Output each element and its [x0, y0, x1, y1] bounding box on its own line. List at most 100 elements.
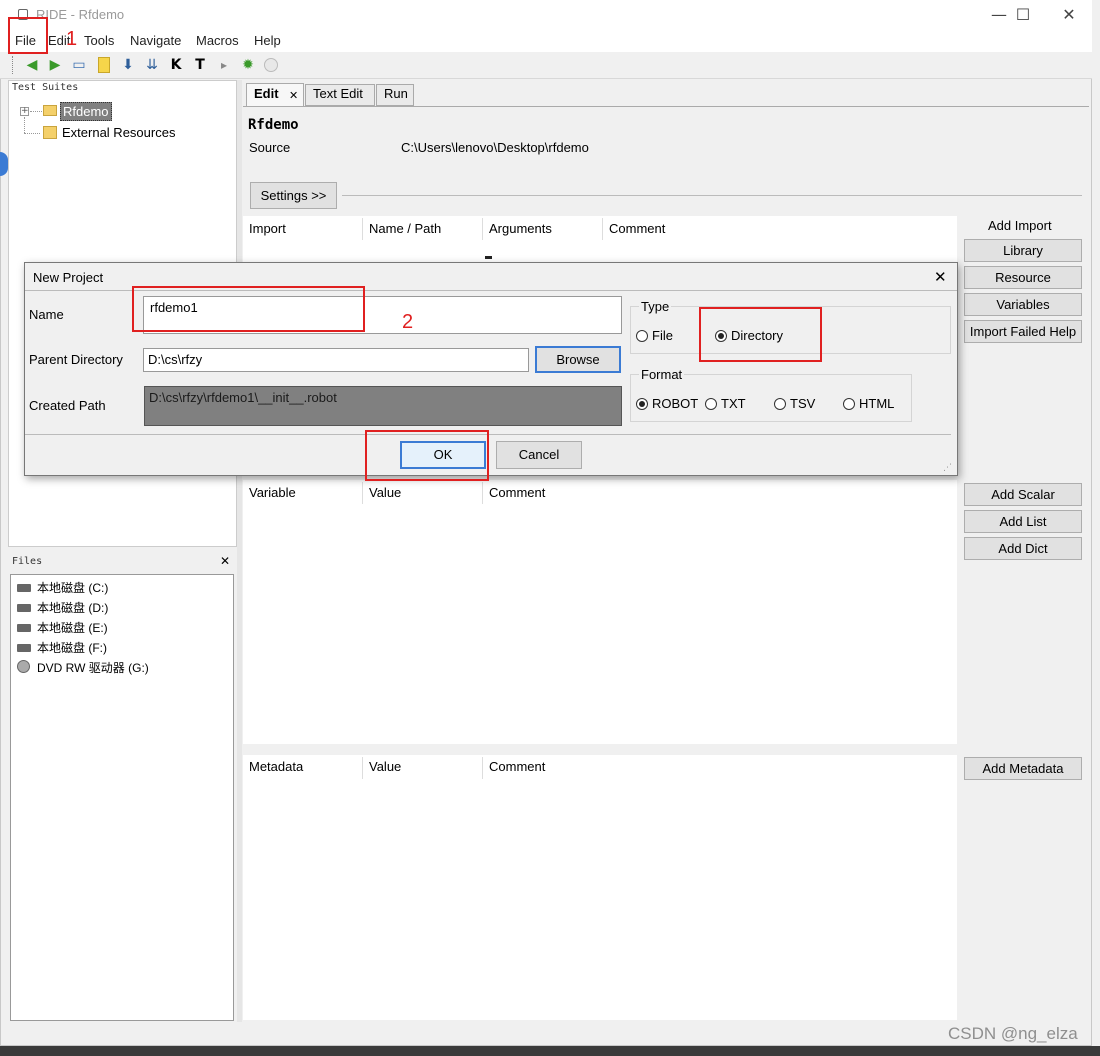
arguments-col-header: Arguments	[489, 221, 552, 236]
annotation-box-directory	[699, 307, 822, 362]
tab-divider	[243, 106, 1089, 107]
tree-item-rfdemo[interactable]: Rfdemo	[60, 102, 112, 121]
variable-grid[interactable]	[243, 480, 957, 744]
forward-icon[interactable]: ▶	[45, 55, 65, 75]
watermark: CSDN @ng_elza	[948, 1024, 1078, 1043]
comment-col-header: Comment	[489, 485, 546, 500]
menu-macros[interactable]: Macros	[196, 33, 239, 48]
metadata-grid[interactable]	[243, 755, 957, 1020]
tree-line	[30, 111, 42, 112]
files-header: Files	[12, 556, 43, 567]
drive-icon	[17, 624, 31, 632]
window-title: RIDE - Rfdemo	[36, 7, 125, 22]
created-path-label: Created Path	[29, 398, 106, 413]
menu-help[interactable]: Help	[254, 33, 281, 48]
add-list-button[interactable]: Add List	[964, 510, 1082, 533]
format-txt-radio[interactable]	[705, 398, 717, 410]
format-tsv-radio[interactable]	[774, 398, 786, 410]
back-icon[interactable]: ◀	[22, 55, 42, 75]
menu-tools[interactable]: Tools	[84, 33, 114, 48]
add-dict-button[interactable]: Add Dict	[964, 537, 1082, 560]
browse-button[interactable]: Browse	[535, 346, 621, 373]
drive-icon	[17, 644, 31, 652]
resource-folder-icon	[43, 126, 57, 139]
format-robot-label[interactable]: ROBOT	[652, 396, 698, 411]
resize-grip-icon[interactable]: ⋰	[943, 463, 952, 473]
debug-icon[interactable]: ✹	[238, 55, 258, 75]
settings-separator	[342, 195, 1082, 196]
source-label: Source	[249, 140, 291, 155]
import-failed-help-button[interactable]: Import Failed Help	[964, 320, 1082, 343]
type-file-label[interactable]: File	[652, 328, 673, 343]
add-variables-button[interactable]: Variables	[964, 293, 1082, 316]
parent-directory-label: Parent Directory	[29, 352, 123, 367]
add-scalar-button[interactable]: Add Scalar	[964, 483, 1082, 506]
file-item-d[interactable]: 本地磁盘 (D:)	[37, 599, 108, 616]
col-divider	[482, 482, 483, 504]
new-file-icon[interactable]	[98, 57, 110, 73]
type-file-radio[interactable]	[636, 330, 648, 342]
tab-run-label: Run	[384, 86, 408, 101]
add-metadata-button[interactable]: Add Metadata	[964, 757, 1082, 780]
tab-text-edit-label: Text Edit	[313, 86, 363, 101]
menu-navigate[interactable]: Navigate	[130, 33, 181, 48]
value-col-header: Value	[369, 485, 402, 500]
suite-name: Rfdemo	[248, 117, 299, 133]
file-item-g[interactable]: DVD RW 驱动器 (G:)	[37, 659, 149, 676]
save-icon[interactable]: ⬇	[118, 55, 138, 75]
format-html-radio[interactable]	[843, 398, 855, 410]
file-item-f[interactable]: 本地磁盘 (F:)	[37, 639, 107, 656]
dialog-close-button[interactable]: ✕	[934, 268, 947, 286]
annotation-box-name	[132, 286, 365, 332]
add-resource-button[interactable]: Resource	[964, 266, 1082, 289]
comment-col-header: Comment	[489, 759, 546, 774]
tab-close-icon[interactable]: ✕	[289, 89, 298, 102]
col-divider	[362, 218, 363, 240]
annotation-box-ok	[365, 430, 489, 481]
annotation-step-2: 2	[402, 311, 414, 333]
run-icon[interactable]: ▸	[214, 55, 234, 75]
tree-line-vertical	[24, 117, 25, 133]
tree-item-external-resources[interactable]: External Resources	[62, 125, 175, 140]
search-tests-icon[interactable]: T	[190, 55, 210, 75]
col-divider	[362, 757, 363, 779]
panel-splitter[interactable]	[237, 80, 242, 1022]
format-label: Format	[639, 367, 685, 382]
settings-toggle-button[interactable]: Settings >>	[250, 182, 337, 209]
import-col-header: Import	[249, 221, 286, 236]
tree-line	[24, 133, 40, 134]
variable-col-header: Variable	[249, 485, 296, 500]
import-grid[interactable]	[243, 216, 957, 266]
search-keywords-icon[interactable]: K	[166, 55, 186, 75]
name-path-col-header: Name / Path	[369, 221, 442, 236]
format-html-label[interactable]: HTML	[859, 396, 894, 411]
maximize-button[interactable]: ☐	[1000, 0, 1046, 30]
title-bar	[0, 0, 1092, 30]
col-divider	[602, 218, 603, 240]
toolbar	[0, 52, 1092, 79]
folder-icon	[43, 105, 57, 116]
file-item-e[interactable]: 本地磁盘 (E:)	[37, 619, 108, 636]
parent-directory-value: D:\cs\rfzy	[148, 352, 203, 367]
add-library-button[interactable]: Library	[964, 239, 1082, 262]
open-directory-icon[interactable]: ▭	[69, 55, 89, 75]
name-label: Name	[29, 307, 64, 322]
file-item-c[interactable]: 本地磁盘 (C:)	[37, 579, 108, 596]
drive-icon	[17, 604, 31, 612]
toolbar-grip	[12, 56, 15, 74]
col-divider	[362, 482, 363, 504]
close-window-button[interactable]: ✕	[1046, 0, 1092, 30]
dialog-title: New Project	[33, 270, 104, 285]
save-all-icon[interactable]: ⇊	[142, 55, 162, 75]
format-tsv-label[interactable]: TSV	[790, 396, 815, 411]
value-col-header: Value	[369, 759, 402, 774]
files-close-icon[interactable]: ✕	[220, 554, 230, 568]
metadata-col-header: Metadata	[249, 759, 304, 774]
format-txt-label[interactable]: TXT	[721, 396, 746, 411]
cancel-button[interactable]: Cancel	[496, 441, 582, 469]
dvd-icon	[17, 660, 30, 673]
stop-icon[interactable]	[264, 58, 278, 72]
test-suites-header: Test Suites	[12, 82, 79, 93]
format-robot-radio[interactable]	[636, 398, 648, 410]
expand-toggle[interactable]: +	[20, 107, 29, 116]
